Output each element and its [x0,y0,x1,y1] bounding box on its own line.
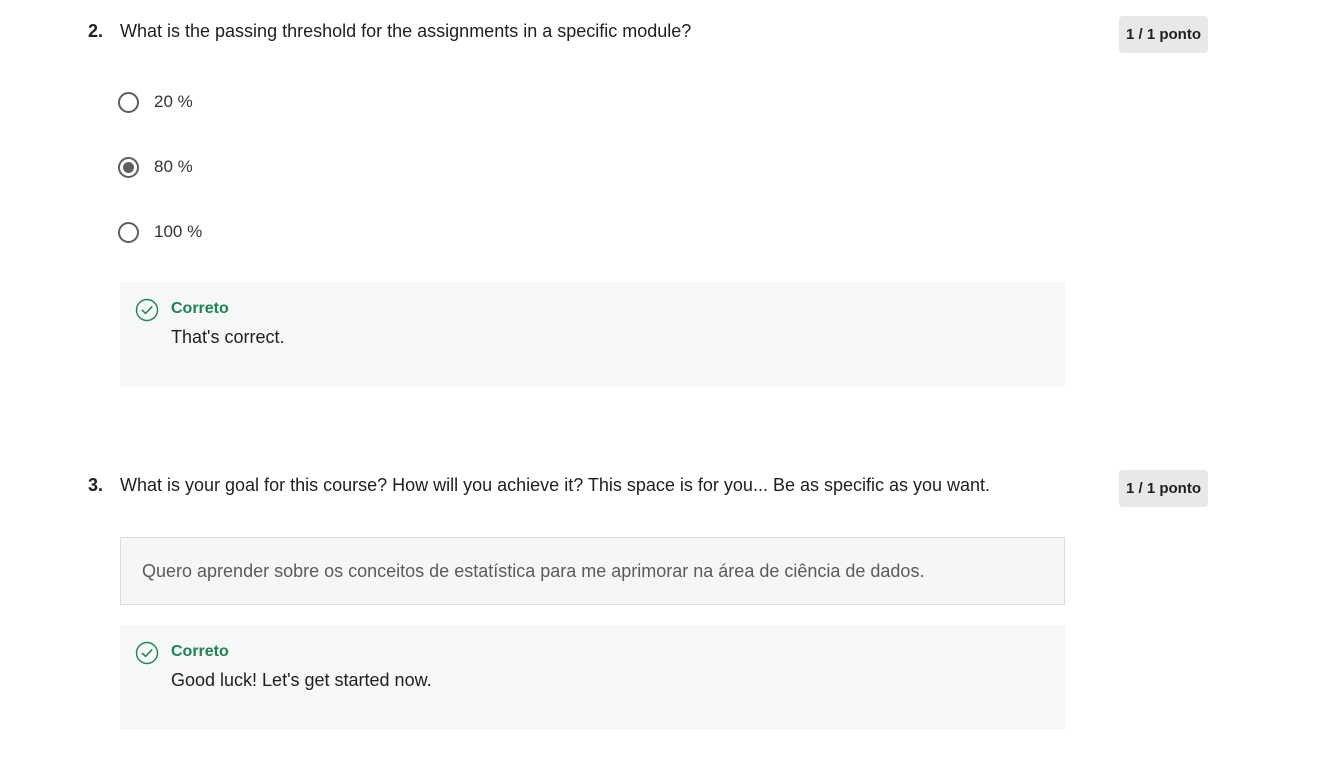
feedback-status: Correto [171,643,229,660]
option-label: 80 % [154,157,193,176]
feedback-message: Good luck! Let's get started now. [171,670,432,690]
question-number: 3. [88,475,104,495]
points-badge: 1 / 1 ponto [1119,470,1208,507]
feedback-status: Correto [171,300,229,317]
radio-button[interactable] [118,221,139,243]
question-text: What is the passing threshold for the as… [120,21,692,41]
option-80-percent[interactable]: 80 % [118,154,193,180]
check-circle-icon [135,298,159,322]
radio-button-selected[interactable] [118,156,139,178]
option-100-percent[interactable]: 100 % [118,219,202,245]
answer-text: Quero aprender sobre os conceitos de est… [142,560,925,581]
check-circle-icon [135,641,159,665]
radio-button[interactable] [118,91,139,113]
option-label: 100 % [154,222,203,241]
answer-textbox[interactable]: Quero aprender sobre os conceitos de est… [120,537,1065,605]
question-number: 2. [88,21,104,41]
feedback-message: That's correct. [171,327,285,347]
points-badge: 1 / 1 ponto [1119,16,1208,53]
feedback-box: Correto Good luck! Let's get started now… [120,625,1065,730]
option-20-percent[interactable]: 20 % [118,89,193,115]
option-label: 20 % [154,92,193,111]
question-text: What is your goal for this course? How w… [120,475,991,495]
feedback-box: Correto That's correct. [120,282,1065,387]
